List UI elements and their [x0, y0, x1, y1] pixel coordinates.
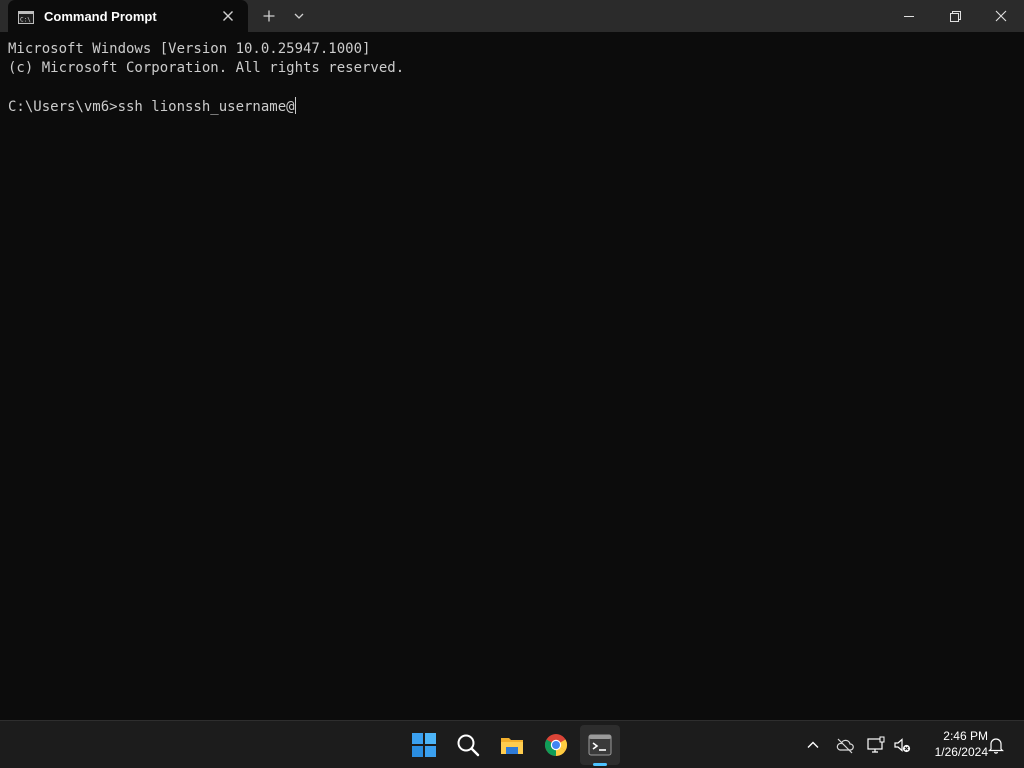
clock-date: 1/26/2024 [934, 745, 988, 759]
cmd-icon: C:\ [18, 9, 34, 24]
terminal-prompt-line: C:\Users\vm6>ssh lionssh_username@ [8, 97, 296, 117]
volume-muted-icon[interactable] [892, 735, 912, 755]
clock-time: 2:46 PM [943, 729, 988, 743]
restore-button[interactable] [932, 0, 978, 32]
cloud-offline-icon[interactable] [835, 735, 855, 755]
chevron-up-icon[interactable] [803, 735, 823, 755]
terminal-button[interactable] [580, 725, 620, 765]
chrome-button[interactable] [536, 725, 576, 765]
folder-icon [501, 738, 523, 754]
search-button[interactable] [448, 725, 488, 765]
file-explorer-button[interactable] [492, 725, 532, 765]
title-bar: C:\ Command Prompt [0, 0, 1024, 32]
minimize-button[interactable] [886, 0, 932, 32]
start-button[interactable] [404, 725, 444, 765]
close-tab-icon[interactable] [218, 6, 238, 26]
windows-start-icon [412, 733, 436, 757]
terminal-line: Microsoft Windows [Version 10.0.25947.10… [8, 41, 371, 57]
tab-dropdown-button[interactable] [289, 5, 309, 27]
terminal-output[interactable]: Microsoft Windows [Version 10.0.25947.10… [0, 32, 1024, 720]
bell-icon[interactable] [986, 735, 1006, 755]
taskbar: 2:46 PM 1/26/2024 [0, 720, 1024, 768]
text-cursor [294, 97, 296, 114]
close-window-button[interactable] [978, 0, 1024, 32]
tab-title: Command Prompt [44, 9, 157, 24]
svg-text:C:\: C:\ [20, 17, 31, 24]
active-app-indicator [593, 763, 607, 766]
system-clock[interactable]: 2:46 PM 1/26/2024 [918, 728, 988, 760]
chrome-icon [545, 734, 567, 756]
terminal-icon [588, 734, 612, 756]
new-tab-button[interactable] [258, 5, 280, 27]
search-icon [457, 734, 480, 757]
terminal-line: (c) Microsoft Corporation. All rights re… [8, 60, 405, 76]
tab-command-prompt[interactable]: C:\ Command Prompt [8, 0, 248, 32]
terminal-command: C:\Users\vm6>ssh lionssh_username@ [8, 99, 295, 115]
network-icon[interactable] [866, 735, 886, 755]
